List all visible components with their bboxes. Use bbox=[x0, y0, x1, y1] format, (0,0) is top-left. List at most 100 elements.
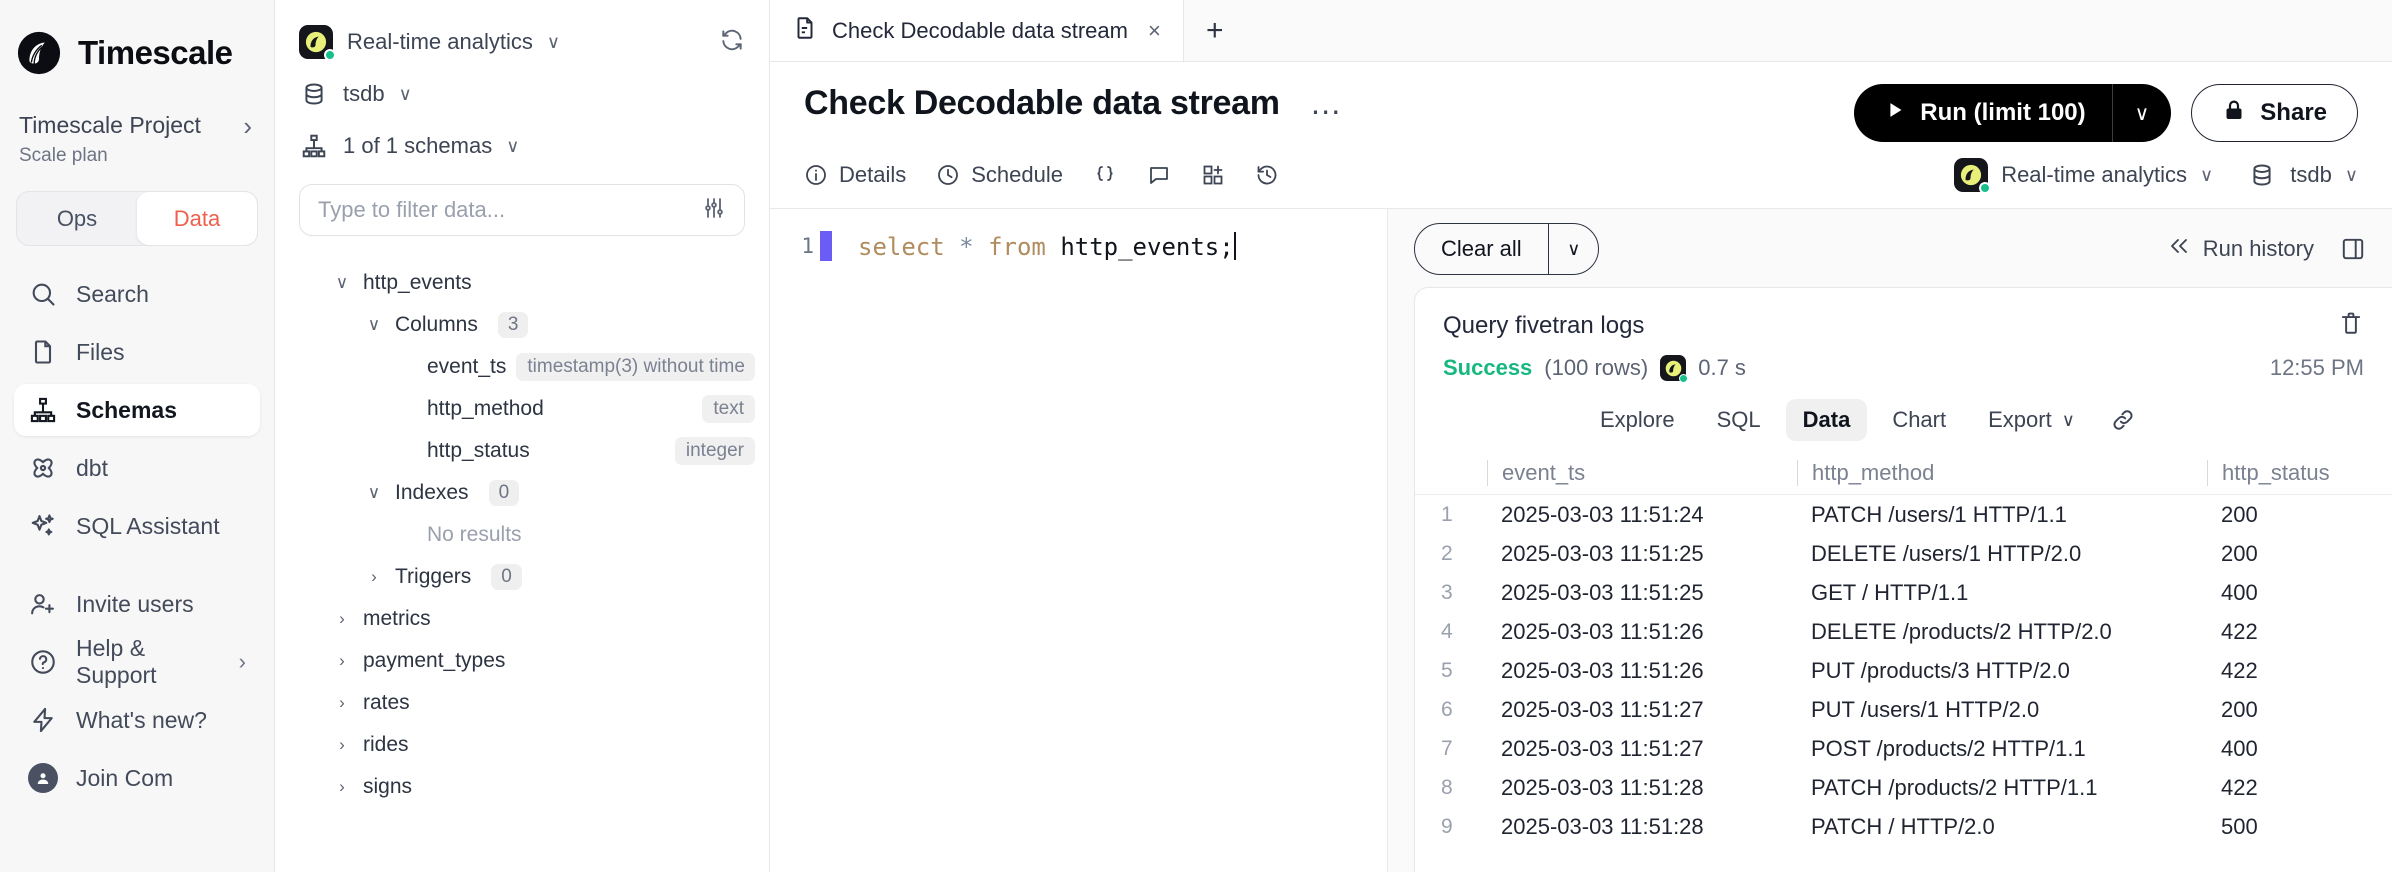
main-area: Check Decodable data stream × + Check De… bbox=[770, 0, 2392, 872]
sidebar-item-files[interactable]: Files bbox=[14, 326, 260, 378]
chevron-right-icon[interactable]: › bbox=[331, 735, 353, 755]
chevron-down-icon: ∨ bbox=[2061, 409, 2075, 430]
sidebar-item-help-support[interactable]: Help & Support › bbox=[14, 635, 260, 688]
row-number: 8 bbox=[1441, 775, 1453, 799]
refresh-icon[interactable] bbox=[719, 27, 745, 58]
brand[interactable]: Timescale bbox=[0, 0, 274, 76]
result-tab-sql[interactable]: SQL bbox=[1700, 399, 1778, 441]
link-icon[interactable] bbox=[2110, 407, 2136, 433]
new-tab-button[interactable]: + bbox=[1184, 0, 1246, 61]
table-row[interactable]: 1 2025-03-03 11:51:24 PATCH /users/1 HTTP/… bbox=[1415, 495, 2392, 534]
database-row[interactable]: tsdb ∨ bbox=[275, 68, 769, 120]
connection-row[interactable]: Real-time analytics ∨ bbox=[275, 16, 769, 68]
tree-column[interactable]: http_status integer bbox=[275, 430, 769, 472]
result-tab-explore[interactable]: Explore bbox=[1583, 399, 1692, 441]
table-row[interactable]: 8 2025-03-03 11:51:28 PATCH /products/2 HT… bbox=[1415, 768, 2392, 807]
schemas-row[interactable]: 1 of 1 schemas ∨ bbox=[275, 120, 769, 172]
tree-node[interactable]: ∨ http_events bbox=[275, 262, 769, 304]
column-header-http-status[interactable]: http_status bbox=[2207, 459, 2392, 486]
chevron-down-icon[interactable]: ∨ bbox=[363, 315, 385, 335]
chevron-right-icon[interactable]: › bbox=[331, 693, 353, 713]
project-switcher[interactable]: Timescale Project › Scale plan bbox=[0, 76, 274, 167]
sidebar-item-invite-users[interactable]: Invite users bbox=[14, 578, 260, 630]
result-tab-export[interactable]: Export ∨ bbox=[1971, 399, 2092, 441]
tree-column[interactable]: event_ts timestamp(3) without time bbox=[275, 346, 769, 388]
table-row[interactable]: 7 2025-03-03 11:51:27 POST /products/2 HTT… bbox=[1415, 729, 2392, 768]
cell-http-method: PATCH /users/1 HTTP/1.1 bbox=[1811, 501, 2067, 527]
chevron-right-icon[interactable]: › bbox=[331, 609, 353, 629]
clear-all-button[interactable]: Clear all bbox=[1415, 224, 1548, 274]
sidebar-item-sql-assistant[interactable]: SQL Assistant bbox=[14, 500, 260, 552]
result-tab-data[interactable]: Data bbox=[1785, 399, 1868, 441]
tab-check-decodable-data-stream[interactable]: Check Decodable data stream × bbox=[770, 0, 1184, 61]
tree-node[interactable]: › rides bbox=[275, 724, 769, 766]
filter-data-box[interactable] bbox=[299, 184, 745, 236]
sidebar-item-whats-new[interactable]: What's new? bbox=[14, 694, 260, 746]
filter-settings-icon[interactable] bbox=[702, 196, 726, 225]
column-header-event-ts[interactable]: event_ts bbox=[1487, 459, 1797, 486]
segment-data[interactable]: Data bbox=[137, 192, 257, 245]
tree-column[interactable]: http_method text bbox=[275, 388, 769, 430]
chevron-down-icon[interactable]: ∨ bbox=[331, 273, 353, 293]
tab-add-widget[interactable] bbox=[1201, 163, 1225, 187]
code-text[interactable]: select * from http_events; bbox=[832, 231, 1236, 261]
tab-comments[interactable] bbox=[1147, 163, 1171, 187]
context-connection[interactable]: Real-time analytics ∨ bbox=[1954, 158, 2213, 194]
sidebar-item-search[interactable]: Search bbox=[14, 268, 260, 320]
share-button[interactable]: Share bbox=[2191, 84, 2358, 142]
table-row[interactable]: 2 2025-03-03 11:51:25 DELETE /users/1 HTTP… bbox=[1415, 534, 2392, 573]
connection-name: Real-time analytics bbox=[347, 29, 533, 54]
more-options-icon[interactable]: … bbox=[1310, 87, 1344, 119]
result-tab-chart[interactable]: Chart bbox=[1875, 399, 1963, 441]
tree-node[interactable]: › rates bbox=[275, 682, 769, 724]
clear-options-button[interactable]: ∨ bbox=[1549, 224, 1598, 274]
tab-json[interactable] bbox=[1093, 163, 1117, 187]
tree-node[interactable]: › payment_types bbox=[275, 640, 769, 682]
tree-node[interactable]: ∨ Indexes 0 bbox=[275, 472, 769, 514]
trash-icon[interactable] bbox=[2338, 310, 2364, 341]
chevron-right-icon: › bbox=[238, 649, 246, 674]
table-row[interactable]: 9 2025-03-03 11:51:28 PATCH / HTTP/2.0 500 bbox=[1415, 807, 2392, 846]
context-database[interactable]: tsdb ∨ bbox=[2247, 160, 2358, 190]
sql-editor[interactable]: 1 select * from http_events; bbox=[770, 209, 1388, 872]
segment-ops[interactable]: Ops bbox=[17, 192, 137, 245]
chevron-right-icon[interactable]: › bbox=[331, 651, 353, 671]
result-tab-label: SQL bbox=[1716, 407, 1761, 432]
chevron-right-icon[interactable]: › bbox=[363, 567, 385, 587]
tree-node[interactable]: › Triggers 0 bbox=[275, 556, 769, 598]
chevron-down-icon: ∨ bbox=[398, 83, 412, 104]
sidebar-item-join-community[interactable]: Join Com bbox=[14, 752, 260, 804]
tab-history[interactable] bbox=[1255, 163, 1279, 187]
run-options-button[interactable]: ∨ bbox=[2113, 84, 2172, 142]
close-icon[interactable]: × bbox=[1148, 18, 1161, 44]
tab-schedule[interactable]: Schedule bbox=[936, 162, 1063, 188]
tab-label: Check Decodable data stream bbox=[832, 17, 1128, 43]
table-row[interactable]: 5 2025-03-03 11:51:26 PUT /products/3 HTTP… bbox=[1415, 651, 2392, 690]
tree-node[interactable]: › signs bbox=[275, 766, 769, 808]
results-toolbar: Clear all ∨ Run history bbox=[1388, 209, 2392, 287]
ops-data-segment: Ops Data bbox=[16, 191, 258, 246]
tree-node[interactable]: ∨ Columns 3 bbox=[275, 304, 769, 346]
cell-event-ts: 2025-03-03 11:51:25 bbox=[1501, 579, 1704, 605]
run-button[interactable]: Run (limit 100) bbox=[1854, 84, 2111, 142]
filter-data-input[interactable] bbox=[318, 197, 692, 223]
lock-icon bbox=[2222, 98, 2246, 129]
table-row[interactable]: 4 2025-03-03 11:51:26 DELETE /products/2 H… bbox=[1415, 612, 2392, 651]
add-widget-icon bbox=[1201, 163, 1225, 187]
chevron-down-icon[interactable]: ∨ bbox=[363, 483, 385, 503]
sidebar-item-schemas[interactable]: Schemas bbox=[14, 384, 260, 436]
run-history-button[interactable]: Run history bbox=[2167, 234, 2314, 264]
sidebar-item-dbt[interactable]: dbt bbox=[14, 442, 260, 494]
tree-node[interactable]: › metrics bbox=[275, 598, 769, 640]
toggle-panel-icon[interactable] bbox=[2340, 236, 2366, 262]
cell-http-status: 422 bbox=[2221, 657, 2258, 683]
table-row[interactable]: 3 2025-03-03 11:51:25 GET / HTTP/1.1 400 bbox=[1415, 573, 2392, 612]
chevron-right-icon[interactable]: › bbox=[331, 777, 353, 797]
cell-http-status: 400 bbox=[2221, 579, 2258, 605]
run-history-label: Run history bbox=[2202, 236, 2314, 261]
row-number: 6 bbox=[1441, 697, 1453, 721]
table-row[interactable]: 6 2025-03-03 11:51:27 PUT /users/1 HTTP/2.… bbox=[1415, 690, 2392, 729]
tab-details[interactable]: Details bbox=[804, 162, 906, 188]
braces-icon bbox=[1093, 163, 1117, 187]
column-header-http-method[interactable]: http_method bbox=[1797, 459, 2207, 486]
